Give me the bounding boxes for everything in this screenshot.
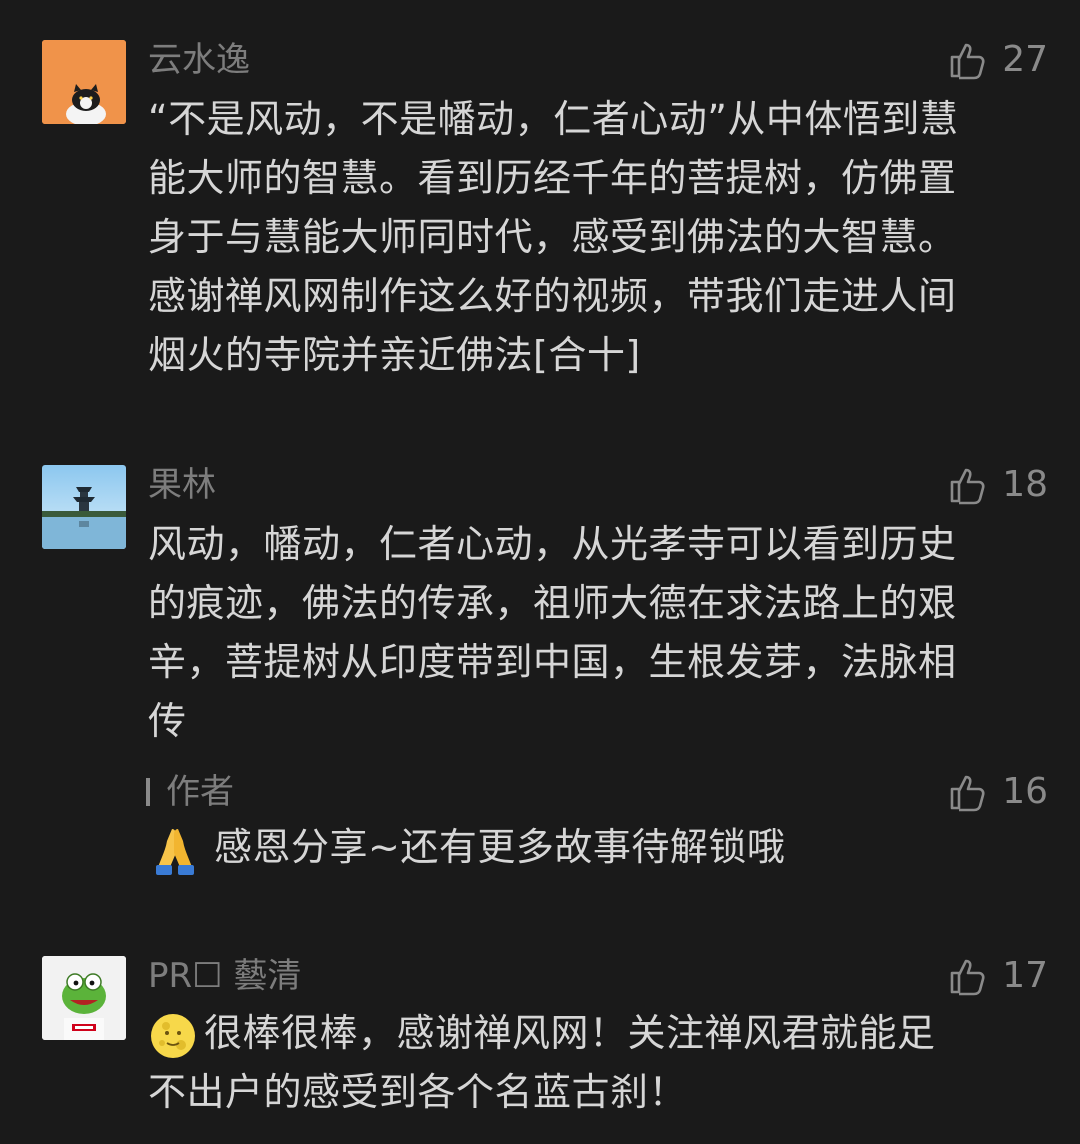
comment-line: 辛，菩提树从印度带到中国，生根发芽，法脉相 <box>148 640 957 684</box>
comment-text: 很棒很棒，感谢禅风网！关注禅风君就能足 不出户的感受到各个名蓝古刹！ <box>148 1004 1048 1122</box>
comment-line-text: 很棒很棒，感谢禅风网！关注禅风君就能足 <box>204 1011 936 1055</box>
like-count: 17 <box>1002 955 1048 996</box>
thumbs-up-icon <box>950 775 985 812</box>
thumbs-up-icon <box>950 43 985 80</box>
kermit-avatar-icon <box>42 956 126 1040</box>
like-button[interactable]: 16 <box>948 772 1048 812</box>
cat-avatar-icon <box>42 40 126 124</box>
author-reply-bar <box>146 778 150 806</box>
author-label: 作者 <box>166 772 234 812</box>
comment-text: “不是风动，不是幡动，仁者心动”从中体悟到慧 能大师的智慧。看到历经千年的菩提树… <box>148 90 1048 385</box>
reply-line: 感恩分享~还有更多故事待解锁哦 <box>148 818 1048 877</box>
comment-line: 传 <box>148 699 187 743</box>
comment-line: 的痕迹，佛法的传承，祖师大德在求法路上的艰 <box>148 581 957 625</box>
pagoda-avatar-icon <box>42 465 126 549</box>
comment-line: 烟火的寺院并亲近佛法[合十] <box>148 333 641 377</box>
reply-text: 感恩分享~还有更多故事待解锁哦 <box>148 818 1048 877</box>
comment-line: 风动，幡动，仁者心动，从光孝寺可以看到历史 <box>148 522 957 566</box>
username[interactable]: 果林 <box>148 465 216 505</box>
avatar[interactable] <box>42 956 126 1040</box>
comment-line: 能大师的智慧。看到历经千年的菩提树，仿佛置 <box>148 156 957 200</box>
comment-line: 不出户的感受到各个名蓝古刹！ <box>148 1070 688 1114</box>
username[interactable]: PR☐ 藝清 <box>148 956 301 996</box>
folded-hands-icon <box>148 823 202 877</box>
comment-line: 身于与慧能大师同时代，感受到佛法的大智慧。 <box>148 215 957 259</box>
like-button[interactable]: 18 <box>948 465 1048 505</box>
comment-line: 很棒很棒，感谢禅风网！关注禅风君就能足 <box>148 1004 1048 1063</box>
avatar[interactable] <box>42 40 126 124</box>
like-count: 18 <box>1002 464 1048 505</box>
full-moon-face-icon <box>148 1011 198 1061</box>
comment-text: 风动，幡动，仁者心动，从光孝寺可以看到历史 的痕迹，佛法的传承，祖师大德在求法路… <box>148 515 1048 751</box>
thumbs-up-icon <box>950 959 985 996</box>
like-count: 16 <box>1002 771 1048 812</box>
avatar[interactable] <box>42 465 126 549</box>
like-button[interactable]: 17 <box>948 956 1048 996</box>
thumbs-up-icon <box>950 468 985 505</box>
comment-line: “不是风动，不是幡动，仁者心动”从中体悟到慧 <box>148 97 959 141</box>
like-button[interactable]: 27 <box>948 40 1048 80</box>
reply-message: 感恩分享~还有更多故事待解锁哦 <box>214 825 786 869</box>
comment-line: 感谢禅风网制作这么好的视频，带我们走进人间 <box>148 274 957 318</box>
username[interactable]: 云水逸 <box>148 40 250 80</box>
like-count: 27 <box>1002 39 1048 80</box>
